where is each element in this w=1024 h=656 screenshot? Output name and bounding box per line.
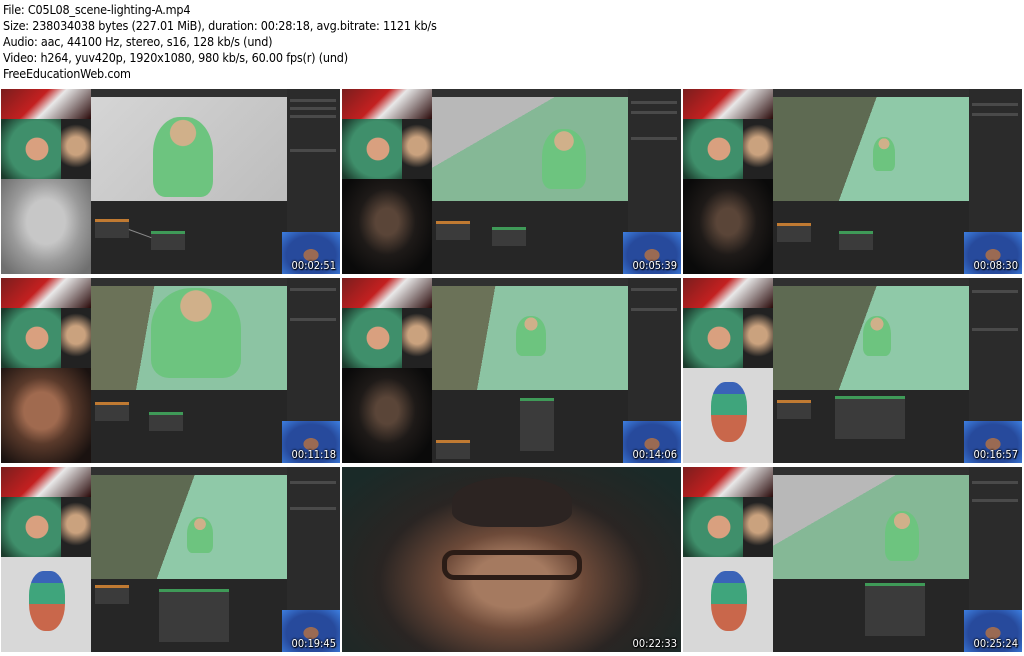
blender-viewport	[773, 89, 969, 201]
thumbnail-7[interactable]: 00:19:45	[1, 467, 340, 652]
thumbnail-grid: 00:02:51 00:05:39 00:08:30 00:11:18 00:1…	[0, 86, 1024, 656]
timestamp-label: 00:05:39	[632, 259, 677, 272]
thumbnail-8[interactable]: 00:22:33	[342, 467, 681, 652]
size-line: Size: 238034038 bytes (227.01 MiB), dura…	[3, 18, 437, 33]
thumbnail-2[interactable]: 00:05:39	[342, 89, 681, 274]
timestamp-label: 00:08:30	[973, 259, 1018, 272]
timestamp-label: 00:11:18	[291, 448, 336, 461]
video-info-header: File: C05L08_scene-lighting-A.mp4 Size: …	[0, 0, 1024, 86]
reference-portrait	[342, 368, 432, 463]
fullscreen-portrait	[342, 467, 681, 652]
thumbnail-6[interactable]: 00:16:57	[683, 278, 1022, 463]
timestamp-label: 00:25:24	[973, 637, 1018, 650]
node-editor	[432, 390, 628, 463]
glasses-shape	[442, 550, 582, 580]
reference-portrait	[683, 557, 773, 652]
node-editor	[432, 201, 628, 274]
thumbnail-1[interactable]: 00:02:51	[1, 89, 340, 274]
timestamp-label: 00:19:45	[291, 637, 336, 650]
thumbnail-5[interactable]: 00:14:06	[342, 278, 681, 463]
blender-viewport	[91, 467, 287, 579]
reference-portrait	[1, 179, 91, 274]
reference-portrait	[683, 368, 773, 463]
node-editor	[773, 390, 969, 463]
node-editor	[773, 201, 969, 274]
reference-portrait	[1, 368, 91, 463]
blender-viewport	[432, 89, 628, 201]
timestamp-label: 00:02:51	[291, 259, 336, 272]
node-editor	[91, 579, 287, 652]
reference-image	[61, 119, 91, 179]
blender-viewport	[91, 278, 287, 390]
thumbnail-4[interactable]: 00:11:18	[1, 278, 340, 463]
reference-image	[1, 89, 91, 119]
thumbnail-3[interactable]: 00:08:30	[683, 89, 1022, 274]
thumbnail-9[interactable]: 00:25:24	[683, 467, 1022, 652]
node-editor	[773, 579, 969, 652]
reference-portrait	[683, 179, 773, 274]
blender-viewport	[773, 467, 969, 579]
blender-viewport	[91, 89, 287, 201]
audio-line: Audio: aac, 44100 Hz, stereo, s16, 128 k…	[3, 34, 273, 49]
video-line: Video: h264, yuv420p, 1920x1080, 980 kb/…	[3, 50, 348, 65]
reference-portrait	[1, 557, 91, 652]
node-editor	[91, 201, 287, 274]
reference-portrait	[342, 179, 432, 274]
timestamp-label: 00:14:06	[632, 448, 677, 461]
timestamp-label: 00:16:57	[973, 448, 1018, 461]
blender-viewport	[773, 278, 969, 390]
blender-viewport	[432, 278, 628, 390]
timestamp-label: 00:22:33	[632, 637, 677, 650]
node-editor	[91, 390, 287, 463]
watermark-text: FreeEducationWeb.com	[3, 66, 131, 81]
file-name-line: File: C05L08_scene-lighting-A.mp4	[3, 2, 191, 17]
